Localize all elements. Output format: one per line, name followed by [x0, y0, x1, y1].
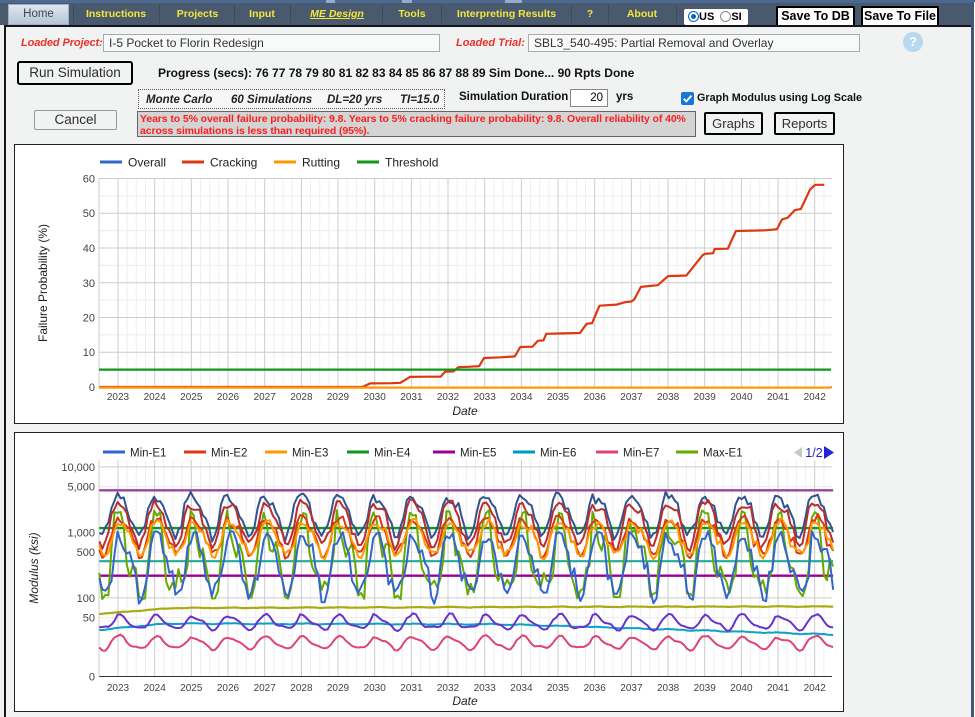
svg-text:Rutting: Rutting: [302, 156, 340, 170]
svg-text:2028: 2028: [290, 392, 313, 403]
svg-text:2026: 2026: [217, 392, 240, 403]
svg-text:1,000: 1,000: [67, 527, 95, 539]
svg-text:2034: 2034: [510, 683, 533, 694]
svg-text:2036: 2036: [584, 392, 607, 403]
svg-text:2025: 2025: [180, 392, 203, 403]
svg-text:2032: 2032: [437, 683, 460, 694]
svg-text:30: 30: [83, 278, 95, 290]
svg-text:Date: Date: [452, 694, 478, 708]
svg-text:40: 40: [83, 243, 95, 255]
svg-text:Min-E3: Min-E3: [292, 448, 328, 460]
svg-text:Min-E4: Min-E4: [374, 448, 411, 460]
svg-text:Min-E5: Min-E5: [460, 448, 496, 460]
svg-text:2024: 2024: [144, 392, 167, 403]
svg-text:2023: 2023: [107, 392, 130, 403]
svg-text:2040: 2040: [730, 683, 753, 694]
svg-text:2023: 2023: [107, 683, 130, 694]
svg-text:2038: 2038: [657, 392, 680, 403]
svg-text:Min-E2: Min-E2: [211, 448, 247, 460]
svg-text:2030: 2030: [364, 683, 387, 694]
svg-text:Max-E1: Max-E1: [703, 448, 743, 460]
svg-text:10,000: 10,000: [61, 462, 95, 474]
svg-text:Cracking: Cracking: [210, 156, 257, 170]
svg-text:2027: 2027: [254, 683, 277, 694]
svg-text:10: 10: [83, 347, 95, 359]
svg-text:2027: 2027: [254, 392, 277, 403]
svg-text:2033: 2033: [474, 683, 497, 694]
svg-text:60: 60: [83, 174, 95, 186]
svg-text:Overall: Overall: [128, 156, 166, 170]
svg-text:Min-E6: Min-E6: [540, 448, 576, 460]
svg-text:2028: 2028: [290, 683, 313, 694]
svg-text:2030: 2030: [364, 392, 387, 403]
svg-text:2031: 2031: [400, 683, 423, 694]
svg-text:Modulus (ksi): Modulus (ksi): [27, 532, 41, 603]
svg-text:2037: 2037: [620, 392, 643, 403]
svg-text:2029: 2029: [327, 392, 350, 403]
svg-text:2039: 2039: [694, 392, 717, 403]
svg-text:Threshold: Threshold: [385, 156, 438, 170]
svg-text:100: 100: [77, 593, 95, 605]
svg-text:5,000: 5,000: [67, 482, 95, 494]
svg-text:2037: 2037: [620, 683, 643, 694]
svg-text:2032: 2032: [437, 392, 460, 403]
svg-text:2039: 2039: [694, 683, 717, 694]
svg-text:2033: 2033: [474, 392, 497, 403]
svg-text:1/2: 1/2: [805, 446, 822, 460]
svg-text:2041: 2041: [767, 392, 790, 403]
svg-text:Failure Probability (%): Failure Probability (%): [36, 224, 50, 342]
svg-text:2026: 2026: [217, 683, 240, 694]
svg-text:50: 50: [83, 208, 95, 220]
svg-text:2035: 2035: [547, 683, 570, 694]
svg-text:2031: 2031: [400, 392, 423, 403]
svg-text:Date: Date: [452, 404, 478, 418]
svg-text:2035: 2035: [547, 392, 570, 403]
svg-text:20: 20: [83, 313, 95, 325]
svg-text:0: 0: [89, 672, 95, 684]
svg-text:2029: 2029: [327, 683, 350, 694]
svg-text:Min-E7: Min-E7: [623, 448, 659, 460]
svg-text:500: 500: [77, 547, 95, 559]
svg-text:0: 0: [89, 382, 95, 394]
svg-text:2034: 2034: [510, 392, 533, 403]
svg-text:2024: 2024: [144, 683, 167, 694]
svg-text:2041: 2041: [767, 683, 790, 694]
svg-text:2038: 2038: [657, 683, 680, 694]
svg-text:Min-E1: Min-E1: [130, 448, 166, 460]
svg-text:2040: 2040: [730, 392, 753, 403]
svg-text:2042: 2042: [804, 392, 827, 403]
svg-text:2025: 2025: [180, 683, 203, 694]
svg-text:2036: 2036: [584, 683, 607, 694]
svg-text:50: 50: [83, 613, 95, 625]
svg-text:2042: 2042: [804, 683, 827, 694]
